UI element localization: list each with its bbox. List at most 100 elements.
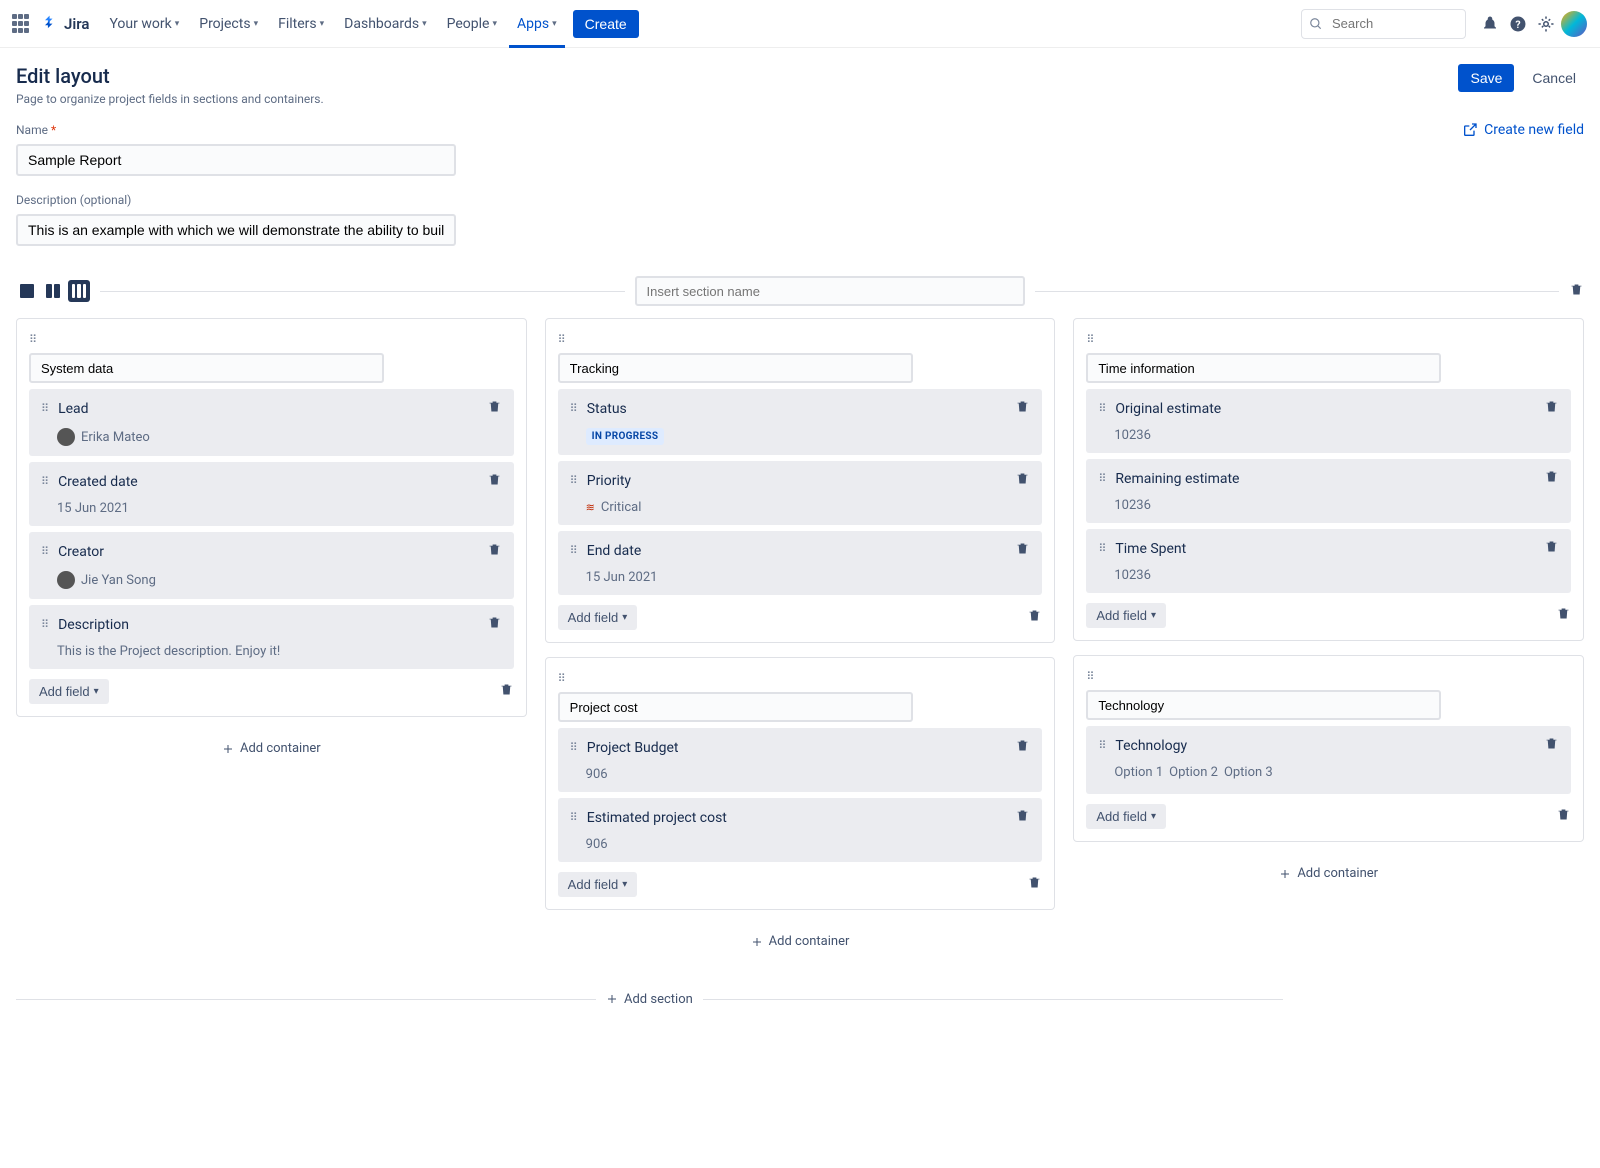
drag-handle-icon[interactable]: ⠿ [1098,542,1107,555]
field-title: Status [587,401,627,417]
nav-item-dashboards[interactable]: Dashboards ▾ [336,10,434,38]
container-title-input[interactable] [558,353,913,383]
app-switcher-icon[interactable] [12,14,32,34]
create-button[interactable]: Create [573,10,639,38]
delete-container-icon[interactable] [499,682,514,701]
field-value: 10236 [1114,568,1151,583]
chevron-down-icon: ▾ [320,19,325,29]
nav-item-projects[interactable]: Projects ▾ [191,10,266,38]
save-button[interactable]: Save [1458,64,1514,92]
delete-field-icon[interactable] [487,399,502,418]
nav-item-apps[interactable]: Apps ▾ [509,10,565,48]
page-subtitle: Page to organize project fields in secti… [16,92,324,106]
layout-2col-icon[interactable] [42,280,64,302]
nav-item-filters[interactable]: Filters ▾ [270,10,332,38]
settings-icon[interactable] [1532,10,1560,38]
field-title: Lead [58,401,88,417]
drag-handle-icon[interactable]: ⠿ [558,672,567,685]
delete-container-icon[interactable] [1027,875,1042,894]
delete-field-icon[interactable] [1015,738,1030,757]
drag-handle-icon[interactable]: ⠿ [1098,472,1107,485]
nav-item-your-work[interactable]: Your work ▾ [101,10,187,38]
drag-handle-icon[interactable]: ⠿ [1098,739,1107,752]
container-project-cost: ⠿⠿Project Budget906⠿Estimated project co… [545,657,1056,910]
drag-handle-icon[interactable]: ⠿ [570,544,579,557]
field-value: 906 [586,767,608,782]
drag-handle-icon[interactable]: ⠿ [570,402,579,415]
section-name-input[interactable] [635,276,1025,306]
drag-handle-icon[interactable]: ⠿ [41,402,50,415]
delete-field-icon[interactable] [487,472,502,491]
jira-logo[interactable]: Jira [40,14,89,34]
column-1: ⠿⠿LeadErika Mateo⠿Created date15 Jun 202… [16,318,527,952]
field-title: Project Budget [587,740,679,756]
drag-handle-icon[interactable]: ⠿ [558,333,567,346]
delete-container-icon[interactable] [1556,807,1571,826]
nav-item-people[interactable]: People ▾ [439,10,505,38]
layout-1col-icon[interactable] [16,280,38,302]
drag-handle-icon[interactable]: ⠿ [41,545,50,558]
delete-field-icon[interactable] [487,615,502,634]
layout-3col-icon[interactable] [68,280,90,302]
status-badge: IN PROGRESS [586,428,665,445]
option-item: Option 2 [1169,765,1218,780]
add-field-button[interactable]: Add field ▾ [1086,603,1166,628]
drag-handle-icon[interactable]: ⠿ [41,618,50,631]
drag-handle-icon[interactable]: ⠿ [1098,402,1107,415]
add-field-button[interactable]: Add field ▾ [29,679,109,704]
help-icon[interactable]: ? [1504,10,1532,38]
name-input[interactable] [16,144,456,176]
page-title: Edit layout [16,64,324,88]
delete-field-icon[interactable] [1015,399,1030,418]
field-value: Erika Mateo [81,430,150,445]
add-field-button[interactable]: Add field ▾ [1086,804,1166,829]
search-box[interactable] [1301,9,1466,39]
add-field-button[interactable]: Add field ▾ [558,605,638,630]
delete-section-icon[interactable] [1569,282,1584,301]
drag-handle-icon[interactable]: ⠿ [570,741,579,754]
container-title-input[interactable] [29,353,384,383]
drag-handle-icon[interactable]: ⠿ [1086,333,1095,346]
profile-avatar[interactable] [1560,10,1588,38]
search-input[interactable] [1301,9,1466,39]
chevron-down-icon: ▾ [1151,610,1156,621]
add-field-button[interactable]: Add field ▾ [558,872,638,897]
add-container-button[interactable]: Add container [222,741,321,756]
create-new-field-link[interactable]: Create new field [1462,122,1584,138]
drag-handle-icon[interactable]: ⠿ [570,811,579,824]
add-section-button[interactable]: Add section [606,992,693,1007]
delete-field-icon[interactable] [1015,808,1030,827]
delete-field-icon[interactable] [1015,471,1030,490]
drag-handle-icon[interactable]: ⠿ [41,475,50,488]
add-section-row: Add section [16,992,1584,1007]
container-title-input[interactable] [1086,690,1441,720]
field-card-priority: ⠿Priority≋Critical [558,461,1043,525]
delete-field-icon[interactable] [1544,736,1559,755]
field-title: Remaining estimate [1115,471,1239,487]
user-avatar-icon [57,428,75,446]
description-input[interactable] [16,214,456,246]
container-title-input[interactable] [1086,353,1441,383]
notifications-icon[interactable] [1476,10,1504,38]
delete-field-icon[interactable] [487,542,502,561]
delete-container-icon[interactable] [1027,608,1042,627]
delete-field-icon[interactable] [1544,539,1559,558]
delete-container-icon[interactable] [1556,606,1571,625]
drag-handle-icon[interactable]: ⠿ [29,333,38,346]
delete-field-icon[interactable] [1015,541,1030,560]
add-container-button[interactable]: Add container [1279,866,1378,881]
field-value: 10236 [1114,498,1151,513]
cancel-button[interactable]: Cancel [1524,64,1584,92]
delete-field-icon[interactable] [1544,469,1559,488]
chevron-down-icon: ▾ [622,612,627,623]
add-container-button[interactable]: Add container [751,934,850,949]
drag-handle-icon[interactable]: ⠿ [1086,670,1095,683]
drag-handle-icon[interactable]: ⠿ [570,474,579,487]
container-title-input[interactable] [558,692,913,722]
field-card-original-estimate: ⠿Original estimate10236 [1086,389,1571,453]
chevron-down-icon: ▾ [422,19,427,29]
columns-area: ⠿⠿LeadErika Mateo⠿Created date15 Jun 202… [16,318,1584,952]
page-header: Edit layout Page to organize project fie… [16,64,1584,106]
delete-field-icon[interactable] [1544,399,1559,418]
search-icon [1309,17,1323,35]
